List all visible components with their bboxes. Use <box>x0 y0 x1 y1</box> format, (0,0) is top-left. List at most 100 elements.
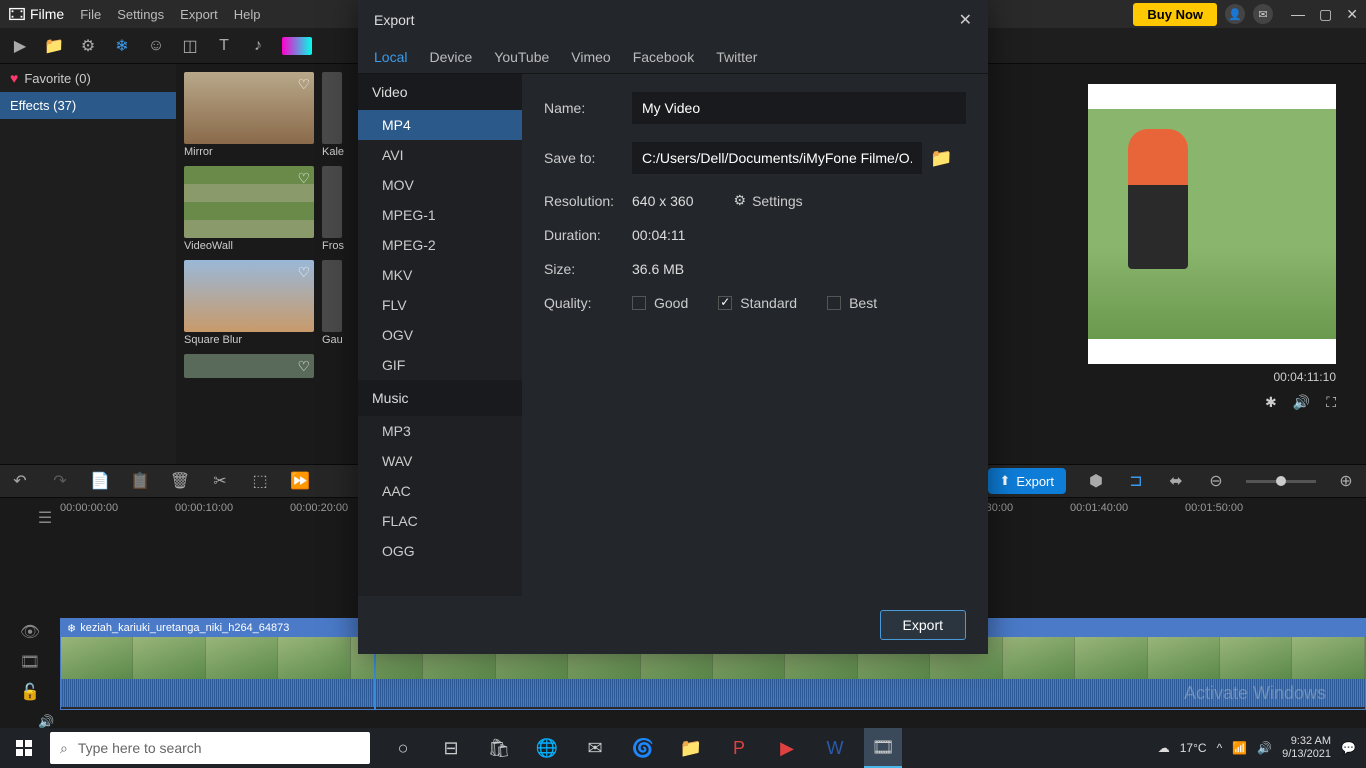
start-button[interactable] <box>0 728 48 768</box>
fit-icon[interactable]: ⬌ <box>1166 471 1186 491</box>
transitions-icon[interactable]: ◫ <box>180 36 200 56</box>
favorite-toggle-icon[interactable]: ♡ <box>297 76 310 93</box>
menu-file[interactable]: File <box>80 7 101 22</box>
paste-icon[interactable]: 📋 <box>130 471 150 491</box>
filme-taskbar-icon[interactable]: 🎞 <box>864 728 902 768</box>
format-avi[interactable]: AVI <box>358 140 522 170</box>
format-mov[interactable]: MOV <box>358 170 522 200</box>
timeline-export-button[interactable]: ⬆ Export <box>988 468 1066 494</box>
format-mkv[interactable]: MKV <box>358 260 522 290</box>
format-ogv[interactable]: OGV <box>358 320 522 350</box>
close-button[interactable]: ✕ <box>1346 6 1358 23</box>
speed-icon[interactable]: ⏩ <box>290 471 310 491</box>
menu-export[interactable]: Export <box>180 7 218 22</box>
pdf-icon[interactable]: P <box>720 728 758 768</box>
format-mp4[interactable]: MP4 <box>358 110 522 140</box>
text-icon[interactable]: T <box>214 36 234 56</box>
share-icon[interactable]: ⚙ <box>78 36 98 56</box>
explorer-icon[interactable]: 📁 <box>672 728 710 768</box>
dialog-close-button[interactable]: ✕ <box>959 10 972 30</box>
filters-icon[interactable]: ❄ <box>112 36 132 56</box>
mail-icon[interactable]: ✉ <box>576 728 614 768</box>
tab-youtube[interactable]: YouTube <box>494 49 549 65</box>
delete-icon[interactable]: 🗑 <box>170 471 190 491</box>
visibility-icon[interactable]: 👁 <box>20 622 40 642</box>
tab-twitter[interactable]: Twitter <box>716 49 757 65</box>
weather-temp[interactable]: 17°C <box>1180 741 1207 755</box>
format-aac[interactable]: AAC <box>358 476 522 506</box>
dialog-export-button[interactable]: Export <box>880 610 966 640</box>
color-tab-icon[interactable] <box>282 37 312 55</box>
taskbar-search[interactable]: ⌕ Type here to search <box>50 732 370 764</box>
minimize-button[interactable]: — <box>1291 6 1305 23</box>
sidebar-item-effects[interactable]: Effects (37) <box>0 92 176 119</box>
fullscreen-icon[interactable]: ⛶ <box>1326 394 1336 411</box>
format-ogg[interactable]: OGG <box>358 536 522 566</box>
effect-item-partial[interactable]: Gau <box>322 260 342 350</box>
format-flac[interactable]: FLAC <box>358 506 522 536</box>
redo-icon[interactable]: ↷ <box>50 471 70 491</box>
audio-icon[interactable]: ♪ <box>248 36 268 56</box>
magnet-icon[interactable]: ⊐ <box>1126 471 1146 491</box>
marker-icon[interactable]: ⬢ <box>1086 471 1106 491</box>
notifications-tray-icon[interactable]: 💬 <box>1341 741 1356 755</box>
weather-icon[interactable]: ☁ <box>1158 741 1170 755</box>
format-mpeg1[interactable]: MPEG-1 <box>358 200 522 230</box>
sidebar-item-favorite[interactable]: ♥ Favorite (0) <box>0 64 176 92</box>
crop-icon[interactable]: ⬚ <box>250 471 270 491</box>
quality-best[interactable]: Best <box>827 295 877 311</box>
quality-good[interactable]: Good <box>632 295 688 311</box>
saveto-input[interactable] <box>632 142 922 174</box>
format-flv[interactable]: FLV <box>358 290 522 320</box>
tab-device[interactable]: Device <box>429 49 472 65</box>
taskview-icon[interactable]: ⊟ <box>432 728 470 768</box>
word-icon[interactable]: W <box>816 728 854 768</box>
format-wav[interactable]: WAV <box>358 446 522 476</box>
volume-icon[interactable]: 🔊 <box>1293 394 1310 411</box>
lock-icon[interactable]: 🔓 <box>20 682 40 702</box>
zoom-out-icon[interactable]: ⊖ <box>1206 471 1226 491</box>
maximize-button[interactable]: ▢ <box>1319 6 1332 23</box>
chrome-icon[interactable]: 🌐 <box>528 728 566 768</box>
format-gif[interactable]: GIF <box>358 350 522 380</box>
media-tab-icon[interactable]: ▶ <box>10 36 30 56</box>
favorite-toggle-icon[interactable]: ♡ <box>297 358 310 375</box>
notification-icon[interactable]: ✉ <box>1253 4 1273 24</box>
copy-icon[interactable]: 📄 <box>90 471 110 491</box>
tray-chevron-icon[interactable]: ^ <box>1217 741 1223 755</box>
clock[interactable]: 9:32 AM 9/13/2021 <box>1282 735 1331 761</box>
effect-item-partial[interactable]: Kale <box>322 72 342 162</box>
edge-icon[interactable]: 🌀 <box>624 728 662 768</box>
settings-icon[interactable]: ✱ <box>1265 394 1277 411</box>
tab-local[interactable]: Local <box>374 49 407 65</box>
settings-button[interactable]: ⚙ Settings <box>734 192 803 209</box>
effect-item-mirror[interactable]: ♡ Mirror <box>184 72 314 162</box>
zoom-slider[interactable] <box>1246 480 1316 483</box>
user-icon[interactable]: 👤 <box>1225 4 1245 24</box>
volume-tray-icon[interactable]: 🔊 <box>1257 741 1272 755</box>
menu-help[interactable]: Help <box>234 7 261 22</box>
browse-folder-icon[interactable]: 📁 <box>930 148 952 169</box>
undo-icon[interactable]: ↶ <box>10 471 30 491</box>
quality-standard[interactable]: Standard <box>718 295 797 311</box>
tab-facebook[interactable]: Facebook <box>633 49 694 65</box>
store-icon[interactable]: 🛍 <box>480 728 518 768</box>
tab-vimeo[interactable]: Vimeo <box>571 49 610 65</box>
app-icon[interactable]: ▶ <box>768 728 806 768</box>
format-mpeg2[interactable]: MPEG-2 <box>358 230 522 260</box>
audio-track-icon[interactable]: 🔊 <box>38 714 54 729</box>
split-icon[interactable]: ✂ <box>210 471 230 491</box>
wifi-icon[interactable]: 📶 <box>1232 741 1247 755</box>
effect-item-row4[interactable]: ♡ <box>184 354 314 378</box>
format-mp3[interactable]: MP3 <box>358 416 522 446</box>
effect-item-partial[interactable]: Fros <box>322 166 342 256</box>
effect-item-squareblur[interactable]: ♡ Square Blur <box>184 260 314 350</box>
zoom-in-icon[interactable]: ⊕ <box>1336 471 1356 491</box>
library-icon[interactable]: 📁 <box>44 36 64 56</box>
buy-now-button[interactable]: Buy Now <box>1133 3 1217 26</box>
favorite-toggle-icon[interactable]: ♡ <box>297 264 310 281</box>
name-input[interactable] <box>632 92 966 124</box>
hamburger-icon[interactable]: ☰ <box>30 498 60 538</box>
cortana-icon[interactable]: ○ <box>384 728 422 768</box>
menu-settings[interactable]: Settings <box>117 7 164 22</box>
